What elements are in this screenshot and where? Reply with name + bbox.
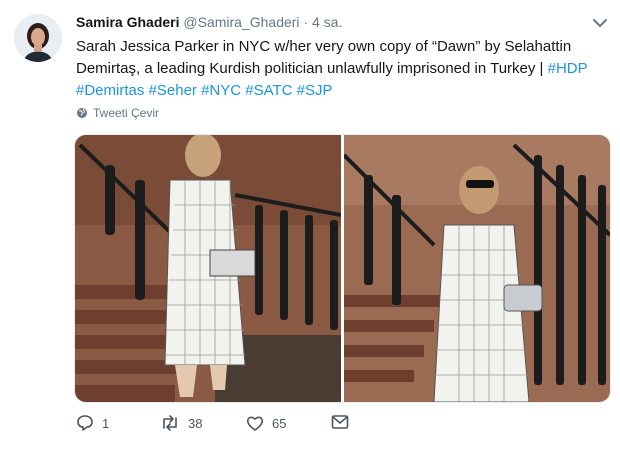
- retweet-icon: [160, 414, 180, 432]
- tweet-header: Samira Ghaderi @Samira_Ghaderi · 4 sa.: [76, 14, 342, 30]
- hashtag-satc[interactable]: #SATC: [245, 82, 292, 99]
- tweet-body: Sarah Jessica Parker in NYC w/her very o…: [76, 38, 572, 77]
- retweet-count: 38: [188, 415, 203, 431]
- chevron-down-icon[interactable]: [590, 16, 610, 30]
- translate-label: Tweeti Çevir: [93, 106, 160, 120]
- action-bar: 1 38 65: [76, 414, 376, 436]
- author-name[interactable]: Samira Ghaderi: [76, 14, 180, 30]
- like-count: 65: [272, 415, 287, 431]
- reply-icon: [76, 414, 94, 432]
- avatar[interactable]: [14, 14, 62, 62]
- tweet-text: Sarah Jessica Parker in NYC w/her very o…: [76, 36, 606, 102]
- like-button[interactable]: 65: [246, 414, 286, 432]
- separator-dot: ·: [303, 14, 309, 30]
- retweet-button[interactable]: 38: [160, 414, 202, 432]
- tweet-time[interactable]: 4 sa.: [312, 14, 342, 30]
- envelope-icon: [331, 414, 349, 430]
- avatar-image: [14, 14, 62, 62]
- heart-icon: [246, 414, 264, 432]
- author-handle[interactable]: @Samira_Ghaderi: [183, 14, 299, 30]
- hashtag-sjp[interactable]: #SJP: [297, 82, 333, 99]
- reply-count: 1: [102, 415, 110, 431]
- photo-2[interactable]: [344, 135, 610, 402]
- hashtag-hdp[interactable]: #HDP: [548, 60, 588, 77]
- hashtag-demirtas[interactable]: #Demirtas: [76, 82, 144, 99]
- media-grid: [74, 134, 611, 403]
- direct-message-button[interactable]: [331, 414, 349, 430]
- translate-link[interactable]: Tweeti Çevir: [76, 106, 159, 120]
- tweet-card[interactable]: Samira Ghaderi @Samira_Ghaderi · 4 sa. S…: [0, 0, 620, 454]
- hashtag-seher[interactable]: #Seher: [149, 82, 197, 99]
- hashtag-nyc[interactable]: #NYC: [201, 82, 241, 99]
- photo-1[interactable]: [75, 135, 341, 402]
- reply-button[interactable]: 1: [76, 414, 109, 432]
- globe-icon: [76, 107, 88, 119]
